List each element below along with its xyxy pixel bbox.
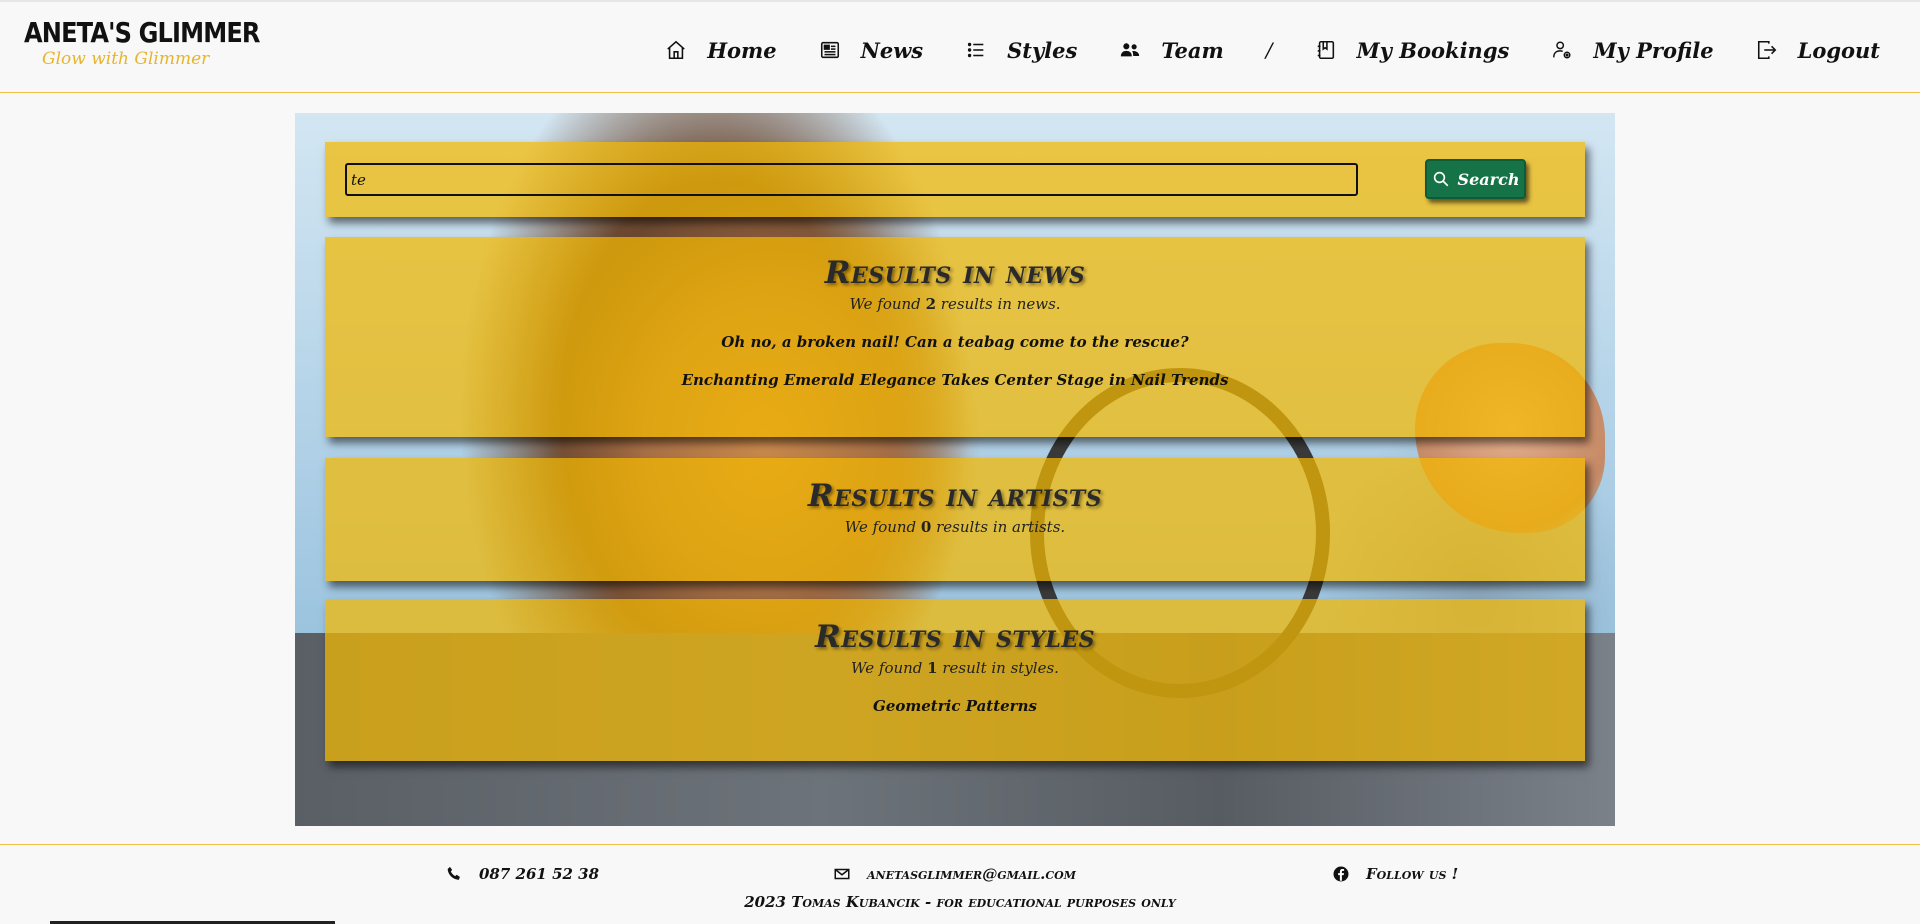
footer-phone-label: 087 261 52 38 bbox=[479, 865, 600, 883]
search-hero: Search Results in news We found 2 result… bbox=[295, 113, 1615, 826]
main-nav: Home News Styles Team / My Bookings My P… bbox=[665, 32, 1880, 68]
newspaper-icon bbox=[819, 39, 841, 61]
news-results-panel: Results in news We found 2 results in ne… bbox=[325, 237, 1585, 437]
copyright-text: 2023 Tomas Kubancik - for educational pu… bbox=[744, 893, 1176, 911]
news-results-count: We found 2 results in news. bbox=[849, 295, 1061, 313]
nav-separator: / bbox=[1265, 38, 1273, 62]
nav-label-team: Team bbox=[1161, 37, 1224, 63]
nav-item-logout[interactable]: Logout bbox=[1756, 38, 1880, 63]
nav-item-team[interactable]: Team bbox=[1119, 37, 1224, 63]
brand-logo[interactable]: ANETA'S GLIMMER Glow with Glimmer bbox=[24, 16, 260, 82]
person-gear-icon bbox=[1551, 39, 1573, 61]
search-icon bbox=[1433, 171, 1448, 187]
footer-follow-link[interactable]: Follow us ! bbox=[1332, 865, 1458, 883]
nav-label-news: News bbox=[860, 37, 924, 63]
nav-item-my-bookings[interactable]: My Bookings bbox=[1315, 37, 1510, 63]
home-icon bbox=[665, 39, 687, 61]
nav-item-home[interactable]: Home bbox=[665, 37, 777, 63]
footer-email-label: anetasglimmer@gmail.com bbox=[867, 865, 1076, 883]
phone-icon bbox=[447, 866, 460, 880]
search-panel: Search bbox=[325, 142, 1585, 217]
nav-label-styles: Styles bbox=[1007, 37, 1078, 63]
brand-name: ANETA'S GLIMMER bbox=[24, 16, 260, 49]
nav-label-my-profile: My Profile bbox=[1593, 37, 1714, 63]
styles-results-title: Results in styles bbox=[814, 619, 1096, 655]
nav-label-home: Home bbox=[707, 37, 777, 63]
list-icon bbox=[965, 39, 987, 61]
nav-label-logout: Logout bbox=[1797, 37, 1880, 63]
site-footer: 087 261 52 38 anetasglimmer@gmail.com Fo… bbox=[0, 844, 1920, 924]
nav-item-styles[interactable]: Styles bbox=[965, 38, 1077, 63]
brand-tagline: Glow with Glimmer bbox=[42, 49, 210, 69]
nav-label-my-bookings: My Bookings bbox=[1356, 37, 1510, 63]
style-result-link[interactable]: Geometric Patterns bbox=[325, 697, 1585, 715]
site-header: ANETA'S GLIMMER Glow with Glimmer Home N… bbox=[0, 0, 1920, 93]
people-icon bbox=[1119, 39, 1141, 61]
journal-icon bbox=[1315, 39, 1337, 61]
news-result-link[interactable]: Enchanting Emerald Elegance Takes Center… bbox=[325, 371, 1585, 389]
nav-item-news[interactable]: News bbox=[819, 38, 923, 63]
search-input[interactable] bbox=[345, 163, 1358, 196]
footer-follow-label: Follow us ! bbox=[1366, 865, 1459, 883]
styles-results-panel: Results in styles We found 1 result in s… bbox=[325, 599, 1585, 761]
footer-email: anetasglimmer@gmail.com bbox=[833, 865, 1076, 883]
nav-item-my-profile[interactable]: My Profile bbox=[1551, 37, 1714, 63]
styles-results-count: We found 1 result in styles. bbox=[851, 659, 1059, 677]
footer-phone: 087 261 52 38 bbox=[445, 865, 599, 883]
artists-results-panel: Results in artists We found 0 results in… bbox=[325, 458, 1585, 581]
artists-results-title: Results in artists bbox=[807, 478, 1103, 514]
logout-icon bbox=[1756, 39, 1778, 61]
search-button-label: Search bbox=[1457, 169, 1520, 189]
facebook-icon bbox=[1333, 866, 1349, 882]
news-results-title: Results in news bbox=[824, 255, 1086, 291]
search-button[interactable]: Search bbox=[1425, 159, 1526, 199]
artists-results-count: We found 0 results in artists. bbox=[844, 518, 1066, 536]
envelope-icon bbox=[834, 868, 850, 880]
news-result-link[interactable]: Oh no, a broken nail! Can a teabag come … bbox=[325, 333, 1585, 351]
